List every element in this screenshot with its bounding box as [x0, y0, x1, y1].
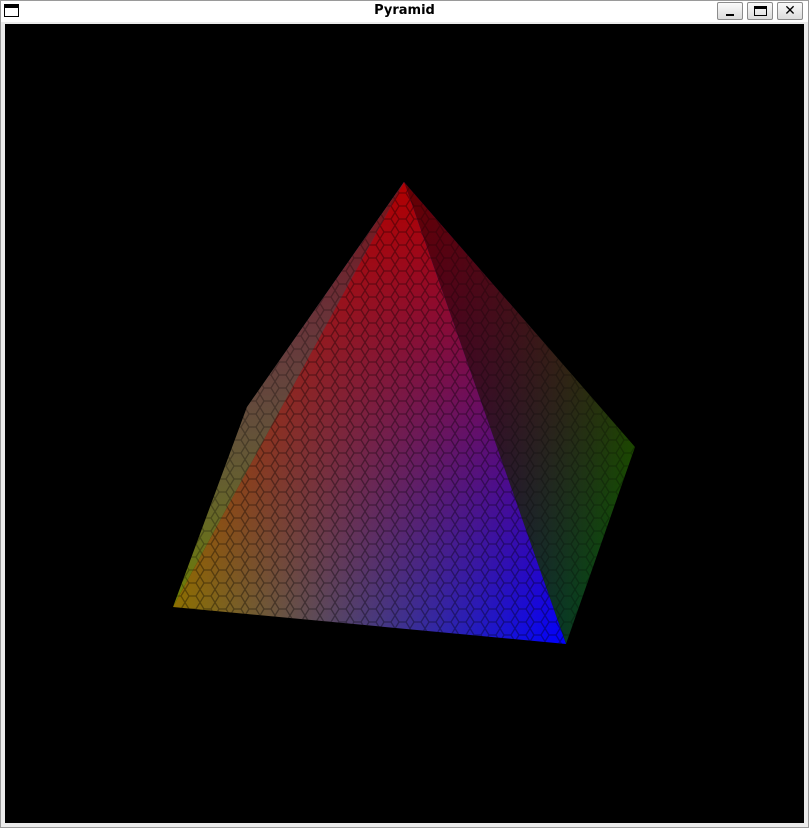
window-title: Pyramid [374, 3, 435, 18]
close-button[interactable]: ✕ [777, 2, 803, 20]
minimize-button[interactable] [717, 2, 743, 20]
minimize-icon [726, 13, 734, 16]
maximize-icon [753, 6, 767, 16]
title-bar[interactable]: Pyramid ✕ [1, 1, 808, 22]
pyramid-scene [173, 182, 635, 644]
close-icon: ✕ [784, 3, 796, 19]
app-window: Pyramid ✕ [0, 0, 809, 828]
render-viewport[interactable] [5, 24, 804, 823]
maximize-button[interactable] [747, 2, 773, 20]
